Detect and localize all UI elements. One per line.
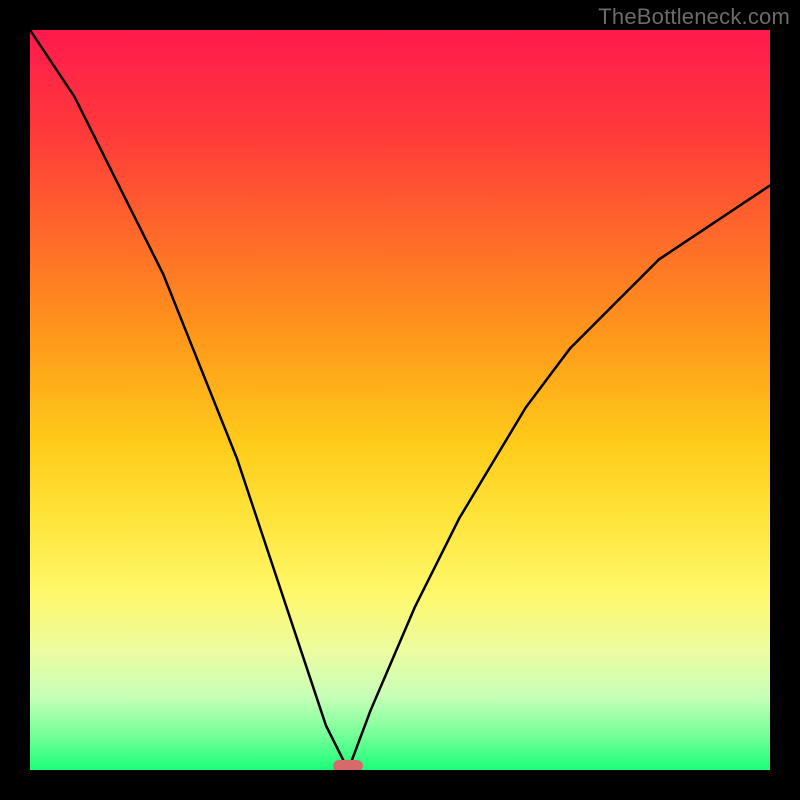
watermark-text: TheBottleneck.com (598, 4, 790, 30)
curve-left-branch (30, 30, 348, 770)
chart-frame: TheBottleneck.com (0, 0, 800, 800)
bottleneck-curve (30, 30, 770, 770)
optimum-marker (333, 760, 363, 770)
curve-right-branch (348, 185, 770, 770)
plot-area (30, 30, 770, 770)
